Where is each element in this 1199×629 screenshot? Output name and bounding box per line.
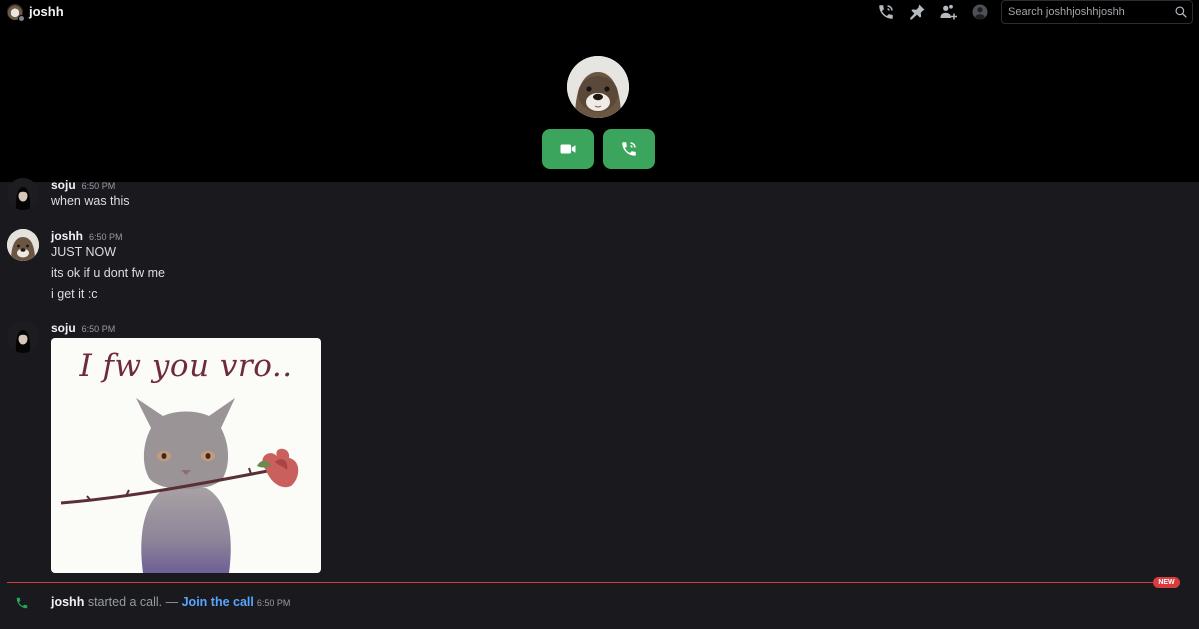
- author-name[interactable]: soju: [51, 321, 76, 335]
- author-name[interactable]: soju: [51, 178, 76, 192]
- message-author[interactable]: soju 6:50 PM: [51, 321, 115, 335]
- call-system-message: joshh started a call. — Join the call 6:5…: [0, 591, 1199, 615]
- join-call-link[interactable]: Join the call: [182, 595, 254, 609]
- user-avatar[interactable]: [7, 4, 25, 22]
- add-friends-icon[interactable]: [939, 3, 957, 21]
- call-participant-avatar[interactable]: [567, 56, 629, 118]
- call-system-text: joshh started a call. — Join the call 6:5…: [51, 595, 290, 609]
- voice-call-button[interactable]: [603, 129, 655, 169]
- avatar[interactable]: [7, 178, 39, 210]
- message-text: JUST NOW: [51, 245, 117, 259]
- message-list: soju 6:50 PM when was this joshh 6:50 PM J…: [0, 178, 1199, 629]
- image-attachment[interactable]: I fw you vro..: [51, 338, 321, 573]
- message-timestamp: 6:50 PM: [81, 324, 116, 334]
- phone-call-icon: [622, 142, 636, 156]
- message-timestamp: 6:50 PM: [89, 232, 123, 242]
- avatar[interactable]: [7, 229, 39, 261]
- caller-name[interactable]: joshh: [51, 595, 84, 609]
- video-call-button[interactable]: [542, 129, 594, 169]
- message-timestamp: 6:50 PM: [256, 598, 291, 608]
- phone-icon: [16, 597, 28, 609]
- message-timestamp: 6:50 PM: [81, 181, 116, 191]
- call-area: joshh: [0, 0, 1199, 182]
- pin-icon[interactable]: [908, 3, 926, 21]
- new-badge: NEW: [1153, 577, 1180, 588]
- search-icon: [1175, 6, 1187, 18]
- search-input[interactable]: [1008, 4, 1168, 20]
- message-author[interactable]: soju 6:50 PM: [51, 178, 115, 192]
- phone-call-icon[interactable]: [877, 3, 895, 21]
- profile-icon[interactable]: [971, 3, 989, 21]
- status-indicator: [18, 15, 25, 22]
- top-bar: joshh: [0, 0, 1199, 24]
- cat-rose-image: [60, 398, 299, 573]
- video-camera-icon: [560, 144, 576, 154]
- call-action-text: started a call. —: [84, 595, 182, 609]
- new-messages-divider: [7, 582, 1180, 583]
- author-name[interactable]: joshh: [51, 229, 83, 243]
- message-text: when was this: [51, 194, 130, 208]
- avatar[interactable]: [7, 321, 39, 353]
- dm-username[interactable]: joshh: [29, 4, 64, 19]
- search-box[interactable]: [1001, 0, 1193, 24]
- message-author[interactable]: joshh 6:50 PM: [51, 229, 123, 243]
- message-text: i get it :c: [51, 287, 98, 301]
- message-text: its ok if u dont fw me: [51, 266, 165, 280]
